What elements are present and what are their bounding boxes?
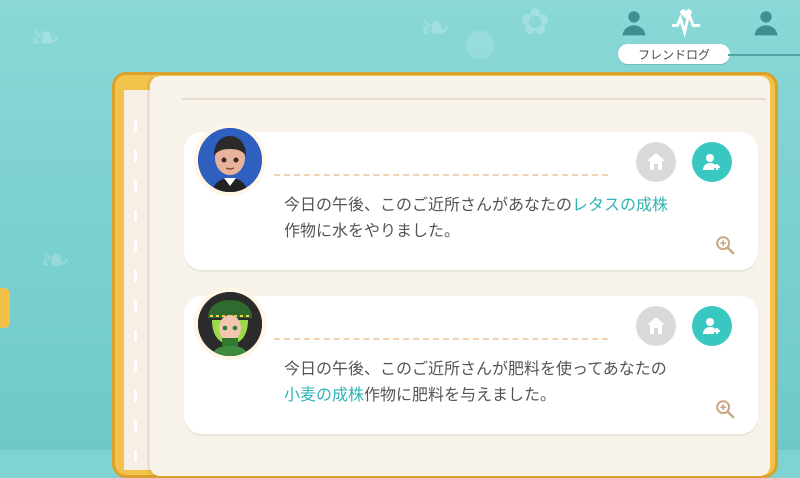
home-icon (647, 153, 665, 170)
dash (134, 360, 137, 372)
dash (134, 330, 137, 342)
avatar-girl-icon (198, 292, 262, 356)
add-friend-button[interactable] (692, 142, 732, 182)
log-message: 今日の午後、このご近所さんがあなたのレタスの成株 作物に水をやりました。 (284, 192, 728, 244)
message-text: 作物に水をやりました。 (284, 221, 461, 240)
dash (134, 180, 137, 192)
dash (134, 300, 137, 312)
dash (134, 240, 137, 252)
avatar[interactable] (194, 288, 266, 360)
bg-decoration: ❧ (40, 240, 71, 281)
bg-decoration: ✿ (520, 2, 551, 43)
log-entry-card: 今日の午後、このご近所さんがあなたのレタスの成株 作物に水をやりました。 (184, 124, 758, 270)
dash (134, 210, 137, 222)
zoom-in-icon[interactable] (714, 234, 736, 256)
bg-decoration: ❧ (30, 18, 61, 59)
tab-underline (728, 54, 800, 56)
home-icon (647, 317, 665, 334)
zoom-in-icon[interactable] (714, 398, 736, 420)
page-divider (182, 98, 766, 100)
bg-decoration: ❧ (420, 8, 451, 49)
message-text: 今日の午後、このご近所さんがあなたの (284, 195, 573, 214)
top-navigation: フレンドログ (618, 4, 800, 64)
side-tab (0, 288, 10, 328)
message-text: 作物に肥料を与えました。 (364, 385, 557, 404)
dash (134, 450, 137, 462)
crop-name[interactable]: 小麦の成株 (284, 385, 364, 404)
add-friend-button[interactable] (692, 306, 732, 346)
dashed-divider (274, 174, 608, 176)
message-text: 今日の午後、このご近所さんが肥料を使ってあなたの (284, 359, 667, 378)
dash (134, 420, 137, 432)
dashed-divider (274, 338, 608, 340)
friends-icon[interactable] (614, 6, 654, 42)
visit-home-button[interactable] (636, 142, 676, 182)
add-friend-icon (703, 318, 720, 334)
crop-name[interactable]: レタスの成株 (572, 195, 668, 214)
dash (134, 150, 137, 162)
log-entry-card: 今日の午後、このご近所さんが肥料を使ってあなたの 小麦の成株作物に肥料を与えまし… (184, 288, 758, 434)
dash (134, 270, 137, 282)
tab-friend-log[interactable]: フレンドログ (618, 44, 730, 64)
dash (134, 120, 137, 132)
avatar-boy-icon (198, 128, 262, 192)
log-message: 今日の午後、このご近所さんが肥料を使ってあなたの 小麦の成株作物に肥料を与えまし… (284, 356, 728, 408)
profile-icon[interactable] (746, 6, 786, 42)
add-friend-icon (703, 154, 720, 170)
avatar[interactable] (194, 124, 266, 196)
dash (134, 390, 137, 402)
visit-home-button[interactable] (636, 306, 676, 346)
activity-icon[interactable] (666, 6, 706, 42)
